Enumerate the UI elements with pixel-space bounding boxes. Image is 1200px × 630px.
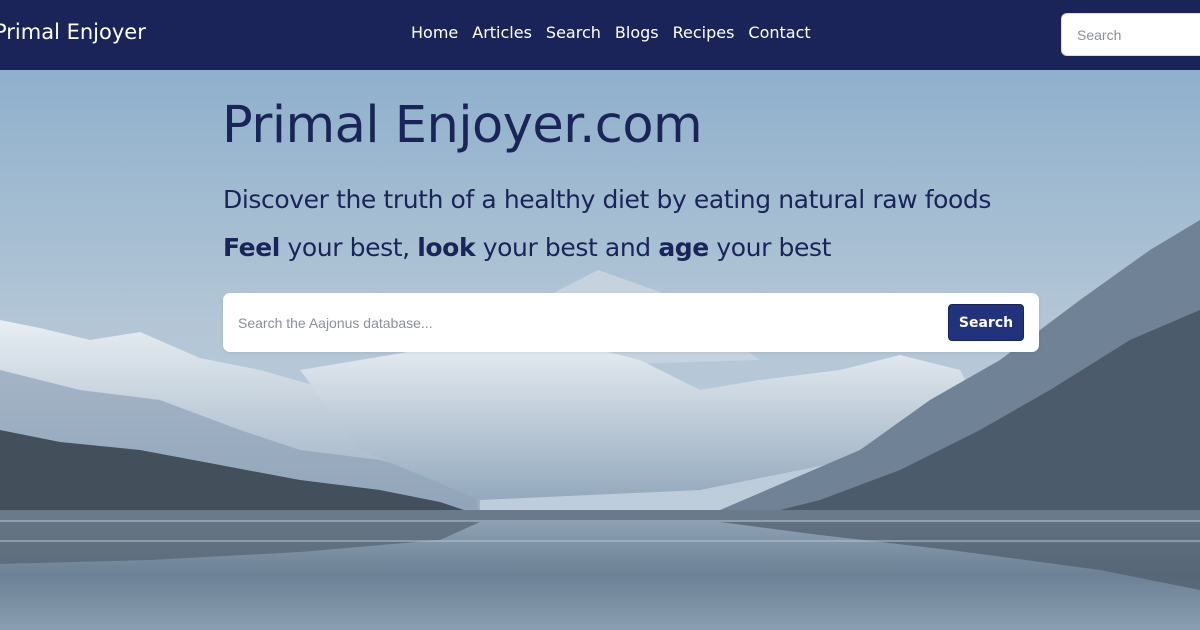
hero-search-input[interactable]	[223, 293, 938, 352]
tagline-text-2: your best and	[475, 233, 659, 262]
brand-link[interactable]: Primal Enjoyer	[0, 20, 146, 44]
hero-search-button[interactable]: Search	[948, 304, 1024, 341]
nav-item-articles: Articles	[472, 23, 532, 42]
navbar-search-input[interactable]	[1061, 13, 1200, 56]
hero-tagline: Feel your best, look your best and age y…	[223, 233, 831, 262]
nav-link-search[interactable]: Search	[546, 23, 601, 42]
nav-item-contact: Contact	[748, 23, 810, 42]
tagline-text-1: your best,	[279, 233, 418, 262]
nav-link-blogs[interactable]: Blogs	[615, 23, 659, 42]
nav-link-contact[interactable]: Contact	[748, 23, 810, 42]
nav-item-blogs: Blogs	[615, 23, 659, 42]
nav-item-recipes: Recipes	[673, 23, 735, 42]
tagline-bold-age: age	[658, 233, 709, 262]
tagline-text-3: your best	[708, 233, 832, 262]
hero-search-form: Search	[223, 293, 1039, 352]
nav-link-recipes[interactable]: Recipes	[673, 23, 735, 42]
tagline-bold-look: look	[417, 233, 476, 262]
nav-links: Home Articles Search Blogs Recipes Conta…	[411, 23, 811, 42]
hero-subtitle: Discover the truth of a healthy diet by …	[223, 185, 991, 214]
nav-link-articles[interactable]: Articles	[472, 23, 532, 42]
tagline-bold-feel: Feel	[223, 233, 280, 262]
navbar: Primal Enjoyer Home Articles Search Blog…	[0, 0, 1200, 70]
nav-link-home[interactable]: Home	[411, 23, 458, 42]
nav-item-home: Home	[411, 23, 458, 42]
hero-title: Primal Enjoyer.com	[222, 96, 703, 155]
nav-item-search: Search	[546, 23, 601, 42]
